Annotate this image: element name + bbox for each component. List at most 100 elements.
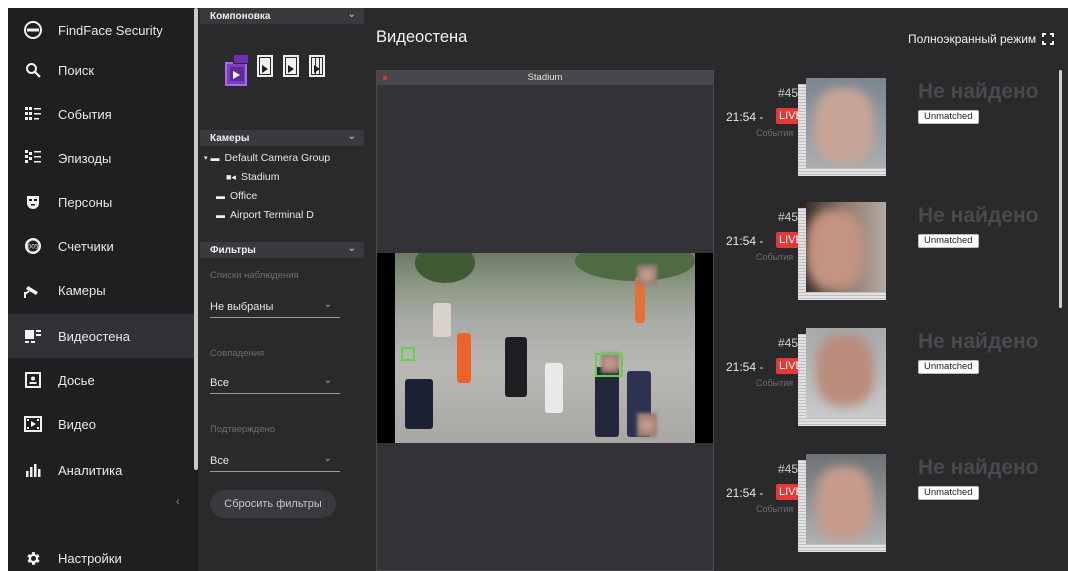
tree-shape [415,253,475,283]
sidebar-item-persons[interactable]: Персоны [8,180,198,224]
confirmed-value: Все [210,454,229,467]
sidebar-item-label: Камеры [58,282,106,298]
chevron-down-icon: ⌄ [347,131,356,142]
camera-group-label: Airport Terminal D [230,209,314,221]
event-card[interactable]: #45 21:54 - LIVE События Не найдено Unma… [722,454,1052,554]
chevron-down-icon: ⌄ [323,453,332,464]
layout-option-2x[interactable] [256,54,274,78]
matches-select[interactable]: Все ⌄ [210,372,340,394]
recording-indicator-icon [383,76,387,80]
collapse-sidebar-icon[interactable]: ‹ [176,496,180,508]
sidebar-item-label: Настройки [58,550,122,566]
layout-option-3x[interactable] [282,54,300,78]
sidebar-item-label: Видеостена [58,328,130,344]
blurred-face [637,265,657,285]
camera-group-label: Default Camera Group [224,152,331,164]
camera-frame-image [395,253,695,443]
sidebar-item-label: Поиск [58,62,95,78]
video-tile-header: Stadium [377,71,713,85]
event-time: 21:54 - [726,486,764,500]
event-feed-scrollbar[interactable] [1059,70,1062,308]
sidebar-item-settings[interactable]: Настройки [8,536,198,571]
confirmed-select[interactable]: Все ⌄ [210,450,340,472]
sidebar-item-label: Персоны [58,194,113,210]
sidebar-item-label: Аналитика [58,462,123,478]
events-icon [24,105,42,123]
event-face-thumbnail[interactable] [806,78,886,168]
event-time: 21:54 - [726,110,764,124]
play-icon [314,65,320,73]
sidebar-item-cameras[interactable]: Камеры [8,268,198,312]
event-face-thumbnail[interactable] [806,202,886,292]
event-id: #45 [778,86,799,100]
sidebar-item-videowall[interactable]: Видеостена [8,314,198,358]
videowall-icon [24,327,42,345]
layout-section-header[interactable]: Компоновка ⌄ [200,8,364,24]
filter-panel: Компоновка ⌄ Камеры ⌄ ▾ ▬ Default Camera… [200,8,364,571]
play-icon [288,65,294,73]
page-title: Видеостена [376,28,468,46]
cameras-section-header[interactable]: Камеры ⌄ [200,130,364,146]
video-stream[interactable] [377,253,713,443]
camera-group-office[interactable]: ▬ Office [216,190,257,202]
match-status-text: Не найдено [918,204,1039,227]
unmatched-badge: Unmatched [918,360,979,374]
reset-filters-button[interactable]: Сбросить фильтры [210,490,336,518]
camera-item-stadium[interactable]: ■◂ Stadium [226,171,280,183]
sidebar-item-events[interactable]: События [8,92,198,136]
sidebar-nav: FindFace Security Поиск События Эпизоды [8,8,198,571]
event-card[interactable]: #45 21:54 - LIVE События Не найдено Unma… [722,78,1052,178]
sidebar-item-label: Эпизоды [58,150,112,166]
match-status-text: Не найдено [918,330,1039,353]
sidebar-item-label: Видео [58,416,96,432]
brand-logo[interactable]: FindFace Security [8,8,198,52]
camera-group-airport[interactable]: ▬ Airport Terminal D [216,209,314,221]
fullscreen-button[interactable]: Полноэкранный режим [908,32,1055,46]
svg-text:005: 005 [27,244,39,251]
app-window: FindFace Security Поиск События Эпизоды [8,8,1068,571]
blurred-face [816,466,872,540]
event-source: События [756,252,794,262]
blurred-face [814,88,874,164]
unmatched-badge: Unmatched [918,234,979,248]
event-card[interactable]: #45 21:54 - LIVE События Не найдено Unma… [722,202,1052,302]
chevron-down-icon: ⌄ [347,243,356,254]
expand-triangle-icon: ▾ [204,155,208,162]
unmatched-badge: Unmatched [918,486,979,500]
folder-icon: ▬ [210,153,220,163]
person-shape [433,303,451,337]
event-face-thumbnail[interactable] [806,328,886,418]
play-icon [262,65,268,73]
layout-option-4x[interactable] [308,54,326,78]
matches-label: Совпадения [210,348,265,359]
sidebar-item-analytics[interactable]: Аналитика [8,448,198,492]
persons-icon [24,193,42,211]
layout-option-single[interactable] [225,62,247,86]
event-source: События [756,504,794,514]
event-face-thumbnail[interactable] [806,454,886,544]
watchlists-select[interactable]: Не выбраны ⌄ [210,296,340,318]
cameras-header-label: Камеры [210,132,250,144]
watchlists-value: Не выбраны [210,300,274,313]
sidebar-item-video[interactable]: Видео [8,402,198,446]
match-status-text: Не найдено [918,456,1039,479]
layout-option-selected-top[interactable] [233,54,249,64]
person-shape [505,337,527,397]
video-icon [24,415,42,433]
video-tile[interactable]: Stadium [376,70,714,571]
camera-group-default[interactable]: ▾ ▬ Default Camera Group [204,152,330,164]
sidebar-item-search[interactable]: Поиск [8,48,198,92]
sidebar-scrollbar[interactable] [194,8,198,470]
sidebar-item-counters[interactable]: 005 Счетчики [8,224,198,268]
sidebar-item-episodes[interactable]: Эпизоды [8,136,198,180]
confirmed-label: Подтверждено [210,424,276,435]
person-shape [595,367,619,437]
analytics-icon [24,461,42,479]
event-source: События [756,378,794,388]
filters-section-header[interactable]: Фильтры ⌄ [200,242,364,258]
sidebar-item-dossier[interactable]: Досье [8,358,198,402]
event-card[interactable]: #45 21:54 - LIVE События Не найдено Unma… [722,328,1052,428]
face-detection-box [595,353,623,377]
chevron-down-icon: ⌄ [323,375,332,386]
camera-group-label: Office [230,190,258,202]
